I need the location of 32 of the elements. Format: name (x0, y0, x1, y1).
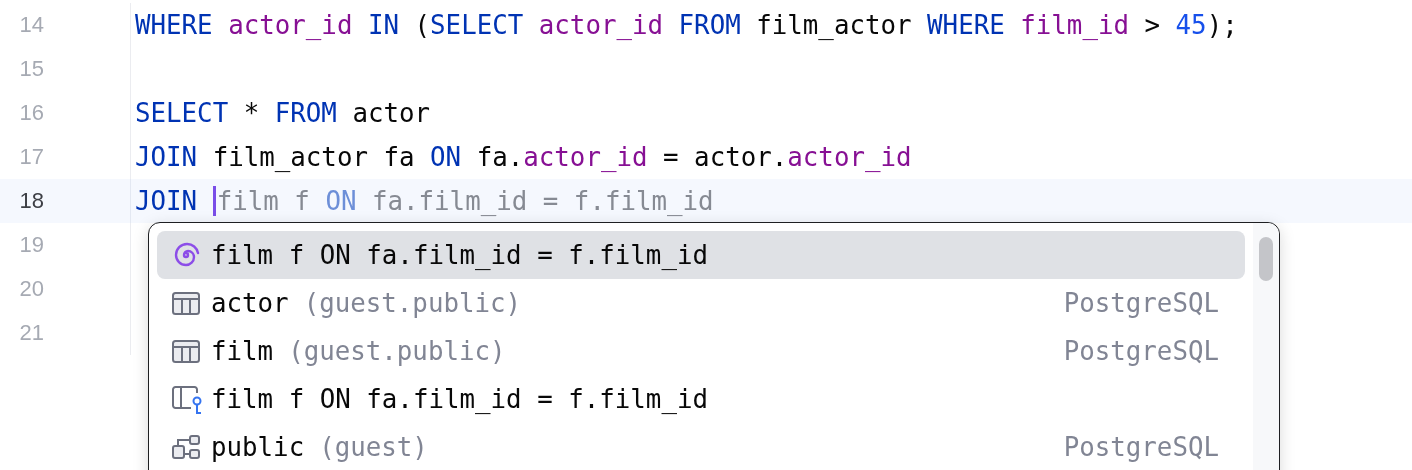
inline-suggestion: film f ON fa.film_id = f.film_id (216, 186, 714, 216)
scrollbar-thumb[interactable] (1259, 237, 1273, 281)
schema-icon (171, 432, 201, 462)
completion-item[interactable]: public (guest) PostgreSQL (157, 423, 1245, 470)
completion-detail: (guest) (319, 432, 428, 462)
completion-item[interactable]: film f ON fa.film_id = f.film_id (157, 375, 1245, 423)
completion-text: public (211, 432, 305, 462)
line-number: 20 (18, 276, 44, 302)
line-number: 21 (18, 320, 44, 346)
completion-detail: (guest.public) (288, 336, 506, 366)
line-number: 19 (18, 232, 44, 258)
completion-source: PostgreSQL (1063, 336, 1219, 366)
completion-text: film (211, 336, 274, 366)
completion-text: film f ON fa.film_id = f.film_id (211, 240, 708, 270)
code-text: JOIN (135, 186, 199, 216)
completion-source: PostgreSQL (1063, 432, 1219, 462)
text-caret (212, 186, 216, 216)
line-number: 15 (18, 56, 44, 82)
code-text: SELECT * FROM actor (135, 98, 431, 128)
completion-text: actor (211, 288, 289, 318)
completion-item[interactable]: actor (guest.public) PostgreSQL (157, 279, 1245, 327)
completion-source: PostgreSQL (1063, 288, 1219, 318)
completion-item[interactable]: film (guest.public) PostgreSQL (157, 327, 1245, 375)
completion-item[interactable]: film f ON fa.film_id = f.film_id (157, 231, 1245, 279)
line-number: 16 (18, 100, 44, 126)
line-number: 17 (18, 144, 44, 170)
completion-detail: (guest.public) (303, 288, 522, 318)
code-text: WHERE actor_id IN (SELECT actor_id FROM film_actor WHERE film_id > 45); (135, 10, 1238, 40)
line-number: 18 (18, 188, 44, 214)
completion-text: film f ON fa.film_id = f.film_id (211, 384, 708, 414)
code-text: JOIN film_actor fa ON fa.actor_id = actor.actor_id (135, 142, 912, 172)
line-number: 14 (18, 12, 44, 38)
